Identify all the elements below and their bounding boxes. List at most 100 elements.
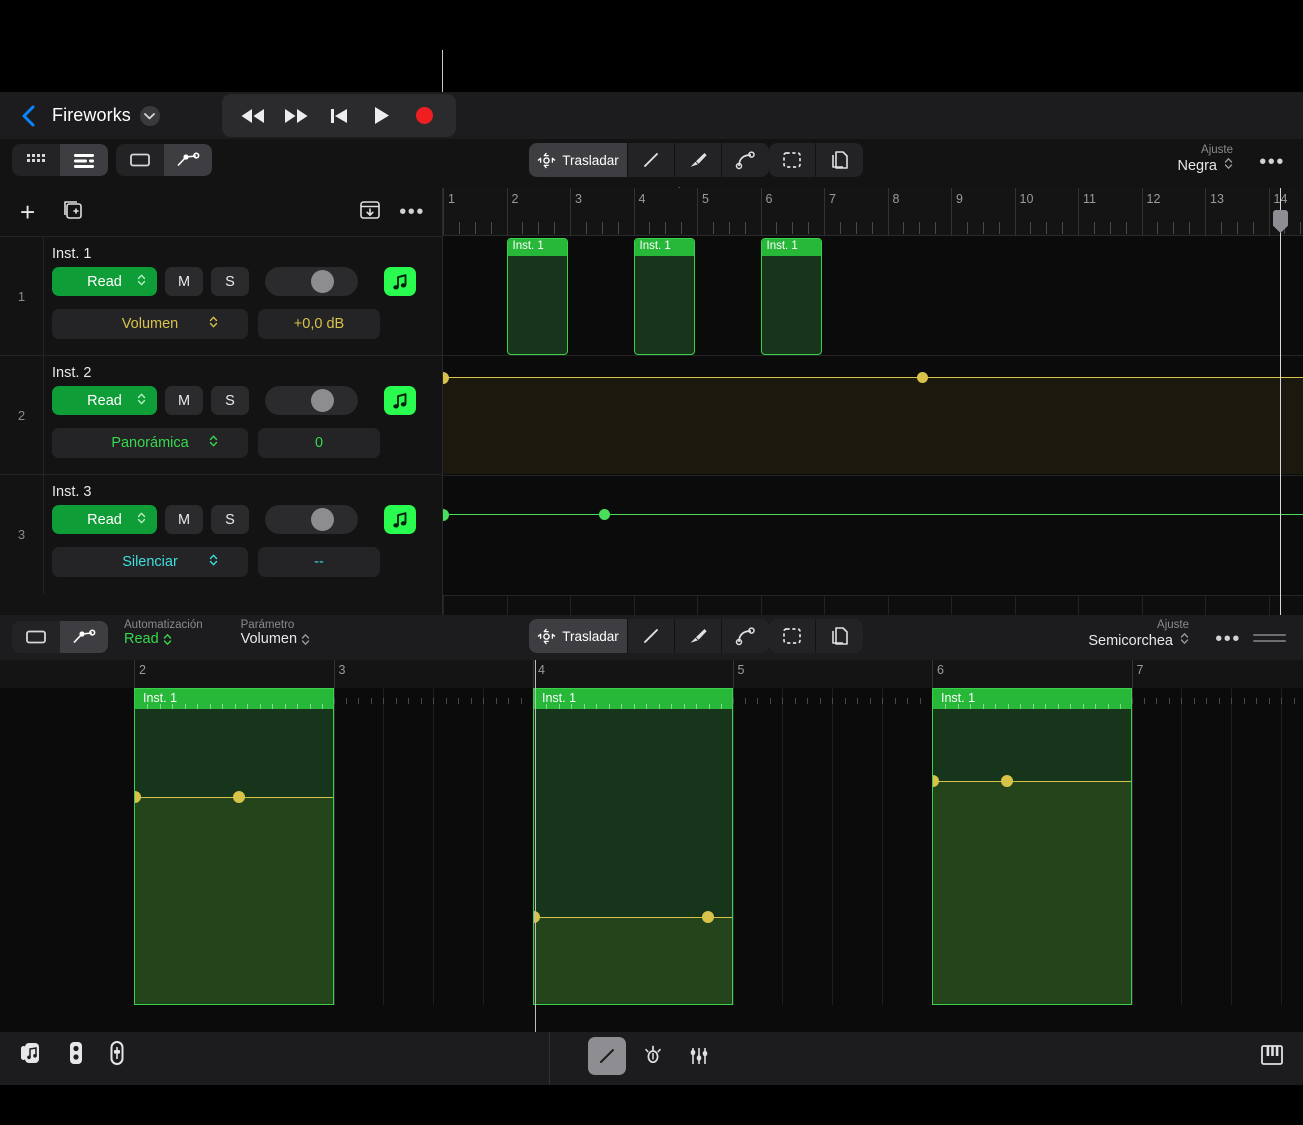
volume-fader[interactable] [265, 505, 358, 534]
volume-fader[interactable] [265, 267, 358, 296]
automation-mode-button[interactable]: Read [52, 505, 157, 534]
editor-timeline-ruler[interactable]: 234567 [0, 660, 1303, 688]
editor-parameter[interactable]: Parámetro Volumen [241, 619, 310, 647]
fader-knob[interactable] [311, 389, 334, 412]
marquee-select-icon[interactable] [769, 143, 816, 177]
ellipsis-icon[interactable]: ••• [1215, 628, 1241, 651]
ellipsis-icon[interactable]: ••• [399, 201, 425, 224]
view-toggle-group-b [116, 144, 212, 176]
region[interactable]: Inst. 1 [761, 238, 823, 355]
music-note-icon[interactable] [384, 386, 416, 415]
ellipsis-icon[interactable]: ••• [1259, 151, 1285, 174]
automation-parameter-value[interactable]: -- [258, 547, 380, 577]
automation-parameter-select[interactable]: Volumen [52, 309, 248, 339]
editor-subdivision-tick [895, 698, 896, 704]
back-button[interactable] [16, 103, 42, 129]
automation-parameter-select[interactable]: Silenciar [52, 547, 248, 577]
automation-mode-button[interactable]: Read [52, 267, 157, 296]
fast-forward-icon[interactable] [281, 103, 311, 129]
editor-region[interactable]: Inst. 1 [533, 688, 733, 1005]
music-note-icon[interactable] [384, 505, 416, 534]
solo-button[interactable]: S [211, 386, 249, 415]
automation-node[interactable] [917, 372, 928, 383]
editor-automation-node[interactable] [1001, 775, 1013, 787]
automation-curve-icon[interactable] [164, 144, 212, 176]
mute-button[interactable]: M [165, 386, 203, 415]
region[interactable]: Inst. 1 [507, 238, 569, 355]
rewind-icon[interactable] [238, 103, 268, 129]
editor-automation-value[interactable]: Read [124, 631, 203, 647]
automation-line[interactable] [443, 377, 1303, 378]
track-header[interactable]: 1 Inst. 1 Read M S [0, 236, 443, 355]
editor-region[interactable]: Inst. 1 [932, 688, 1132, 1005]
region[interactable]: Inst. 1 [634, 238, 696, 355]
track-header[interactable]: 2 Inst. 2 Read M S [0, 355, 443, 474]
region-rectangle-icon[interactable] [12, 621, 60, 653]
track-lane[interactable] [443, 236, 1303, 355]
editor-grid-beat-line [433, 688, 434, 1005]
music-note-icon[interactable] [384, 267, 416, 296]
move-tool-button[interactable]: Trasladar [529, 619, 628, 653]
mixer-strip-icon[interactable] [108, 1040, 126, 1071]
track-lane[interactable] [443, 476, 1303, 595]
automation-line[interactable] [443, 514, 1303, 515]
editor-playhead[interactable] [535, 660, 536, 1032]
editor-snap-value[interactable]: Semicorchea [1088, 632, 1189, 651]
solo-button[interactable]: S [211, 267, 249, 296]
snap-setting[interactable]: Ajuste Negra [1177, 143, 1233, 176]
editor-subdivision-tick [446, 698, 447, 704]
brush-icon[interactable] [675, 143, 722, 177]
editor-automation-mode[interactable]: Automatización Read [124, 619, 203, 647]
add-track-stack-icon[interactable] [61, 199, 84, 226]
pencil-icon[interactable] [628, 619, 675, 653]
volume-fader[interactable] [265, 386, 358, 415]
editor-snap-setting[interactable]: Ajuste Semicorchea [1088, 618, 1189, 651]
editor-subdivision-tick [845, 698, 846, 704]
move-tool-button[interactable]: Trasladar [529, 143, 628, 177]
import-download-icon[interactable] [359, 199, 381, 226]
marquee-select-icon[interactable] [769, 619, 816, 653]
loops-library-icon[interactable] [18, 1040, 44, 1071]
curve-icon[interactable] [722, 143, 769, 177]
velocity-tool-icon[interactable] [634, 1037, 672, 1075]
editor-automation-node[interactable] [702, 911, 714, 923]
ruler-beat-tick [808, 222, 809, 234]
play-icon[interactable] [367, 103, 397, 129]
fader-knob[interactable] [311, 508, 334, 531]
plugins-icon[interactable] [66, 1040, 86, 1071]
track-header[interactable]: 3 Inst. 3 Read M S [0, 474, 443, 593]
piano-keyboard-icon[interactable] [1259, 1042, 1285, 1073]
fader-knob[interactable] [311, 270, 334, 293]
automation-parameter-value[interactable]: 0 [258, 428, 380, 458]
faders-tool-icon[interactable] [680, 1037, 718, 1075]
resize-grip[interactable] [1253, 634, 1286, 646]
brush-icon[interactable] [675, 619, 722, 653]
record-icon[interactable] [410, 103, 440, 129]
curve-icon[interactable] [722, 619, 769, 653]
automation-parameter-value[interactable]: +0,0 dB [258, 309, 380, 339]
editor-canvas[interactable]: 234567 Inst. 1 Inst. 1 Inst. 1 [0, 660, 1303, 1032]
duplicate-pages-icon[interactable] [816, 143, 863, 177]
editor-region[interactable]: Inst. 1 [134, 688, 334, 1005]
pencil-icon[interactable] [628, 143, 675, 177]
automation-parameter-select[interactable]: Panorámica [52, 428, 248, 458]
editor-parameter-value[interactable]: Volumen [241, 631, 310, 647]
region-rectangle-icon[interactable] [116, 144, 164, 176]
snap-value[interactable]: Negra [1177, 157, 1233, 176]
editor-automation-line[interactable] [933, 781, 1131, 782]
editor-automation-node[interactable] [233, 791, 245, 803]
mute-button[interactable]: M [165, 267, 203, 296]
browser-grid-icon[interactable] [12, 144, 60, 176]
timeline-ruler[interactable]: 1234567891011121314 [443, 188, 1303, 236]
editor-subdivision-tick [807, 698, 808, 704]
automation-curve-icon[interactable] [60, 621, 108, 653]
chevron-down-icon[interactable] [140, 106, 160, 126]
plus-icon[interactable]: + [20, 199, 35, 225]
automation-mode-button[interactable]: Read [52, 386, 157, 415]
pencil-tool-icon[interactable] [588, 1037, 626, 1075]
mute-button[interactable]: M [165, 505, 203, 534]
skip-to-start-icon[interactable] [324, 103, 354, 129]
tracks-list-icon[interactable] [60, 144, 108, 176]
solo-button[interactable]: S [211, 505, 249, 534]
duplicate-pages-icon[interactable] [816, 619, 863, 653]
